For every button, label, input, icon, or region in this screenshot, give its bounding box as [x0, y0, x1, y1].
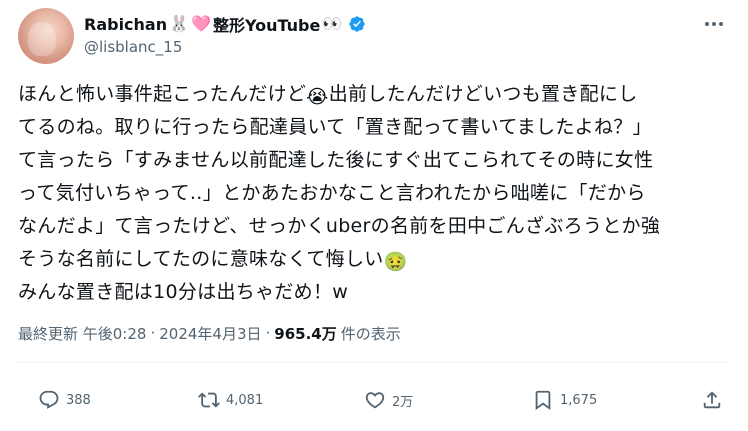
reply-count: 388: [66, 392, 91, 408]
nauseated-emoji: 🤢: [383, 251, 408, 273]
meta-separator: ·: [150, 324, 156, 342]
more-options-button[interactable]: [700, 14, 728, 34]
retweet-icon: [198, 392, 220, 408]
like-button[interactable]: 2万: [364, 385, 413, 415]
reply-icon: [39, 390, 59, 409]
tweet-line: て言ったら「すみません以前配達した後にすぐ出てこられてその時に女性: [18, 149, 654, 171]
divider: [18, 362, 730, 363]
like-count: 2万: [392, 394, 414, 410]
avatar[interactable]: [18, 8, 74, 64]
action-bar: 388 4,081 2万 1,675: [18, 385, 730, 415]
heart-icon: [365, 392, 385, 409]
retweet-count: 4,081: [226, 392, 264, 408]
tweet-text-segment: そうな名前にしてたのに意味なくて悔しい: [18, 248, 384, 270]
views-label: 件の表示: [340, 324, 401, 343]
verified-badge-icon: [349, 16, 365, 32]
tweet-line: ほんと怖い事件起こったんだけど😭出前したんだけどいつも置き配にし: [18, 78, 730, 111]
tweet-card: Rabichan 🐰 🩷 整形YouTube 👀 @lisblanc_15 ほん…: [0, 0, 748, 431]
updated-time[interactable]: 最終更新 午後0:28: [18, 323, 146, 344]
more-dot-icon: [705, 22, 709, 26]
meta-separator: ·: [265, 324, 271, 342]
views-count: 965.4万: [274, 324, 337, 343]
bookmark-count: 1,675: [560, 392, 598, 408]
tweet-line: てるのね。取りに行ったら配達員いて「置き配って書いてましたよね？」: [18, 116, 652, 138]
more-dot-icon: [719, 22, 723, 26]
more-dot-icon: [712, 22, 716, 26]
tweet-line: って気付いちゃって‥」とかあたおかなこと言われたから咄嗟に「だから: [18, 182, 646, 204]
tweet-text-segment: 出前したんだけどいつも置き配にし: [328, 83, 638, 105]
tweet-text: ほんと怖い事件起こったんだけど😭出前したんだけどいつも置き配にし てるのね。取り…: [18, 78, 730, 309]
display-name[interactable]: Rabichan: [84, 15, 167, 34]
retweet-button[interactable]: 4,081: [198, 385, 263, 415]
heart-emoji: 🩷: [191, 14, 211, 33]
crying-emoji: 😭: [306, 86, 329, 108]
eyes-emoji: 👀: [322, 14, 343, 33]
tweet-line: みんな置き配は10分は出ちゃだめ！w: [18, 281, 349, 303]
tweet-meta: 最終更新 午後0:28 · 2024年4月3日 · 965.4万 件の表示: [18, 322, 401, 344]
display-name-suffix[interactable]: 整形YouTube: [213, 12, 320, 36]
tweet-date[interactable]: 2024年4月3日: [159, 323, 261, 344]
bookmark-button[interactable]: 1,675: [532, 385, 597, 415]
share-button[interactable]: [701, 385, 723, 415]
tweet-line: そうな名前にしてたのに意味なくて悔しい🤢: [18, 243, 730, 276]
author-handle[interactable]: @lisblanc_15: [84, 38, 182, 56]
author-name-row[interactable]: Rabichan 🐰 🩷 整形YouTube 👀: [84, 12, 366, 36]
rabbit-emoji: 🐰: [169, 14, 190, 33]
tweet-text-segment: ほんと怖い事件起こったんだけど: [18, 83, 307, 105]
share-icon: [703, 391, 721, 409]
tweet-line: なんだよ」て言ったけど、せっかくuberの名前を田中ごんざぶろうとか強: [18, 215, 661, 237]
reply-button[interactable]: 388: [38, 385, 91, 415]
bookmark-icon: [535, 390, 551, 411]
